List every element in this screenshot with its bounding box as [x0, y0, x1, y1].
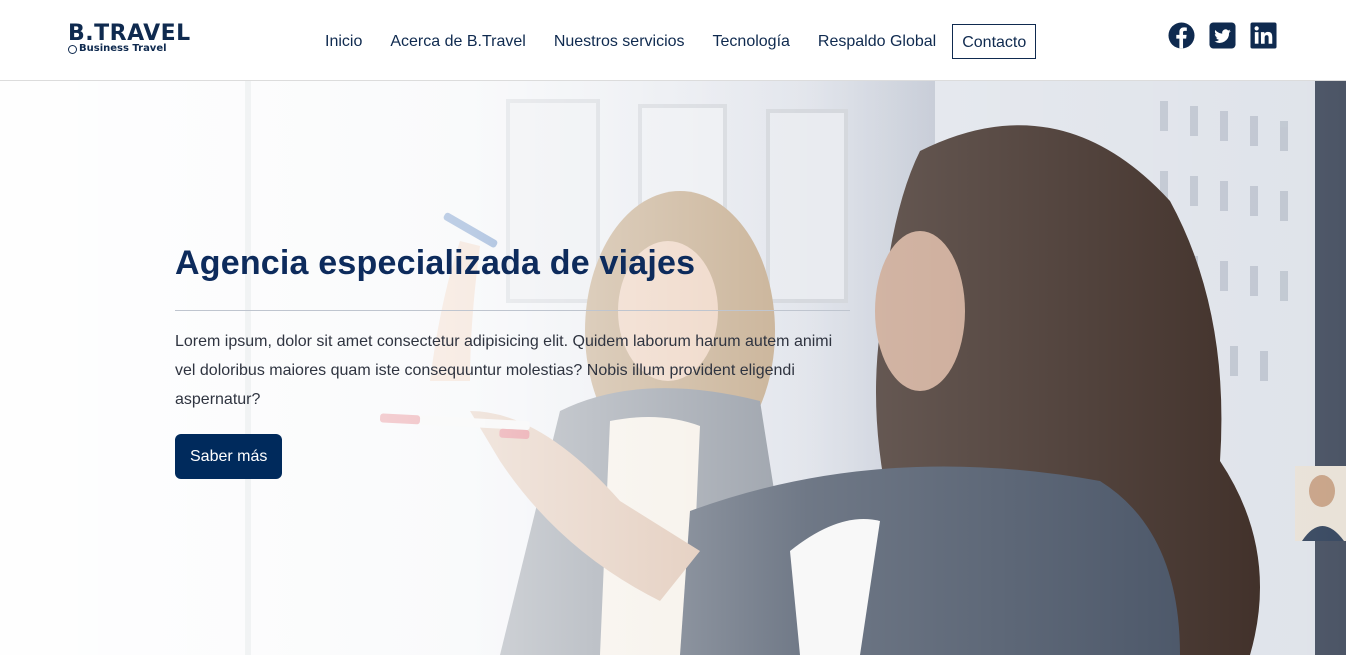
social-links [1168, 22, 1277, 49]
twitter-icon[interactable] [1209, 22, 1236, 49]
main-nav: Inicio Acerca de B.Travel Nuestros servi… [311, 24, 1037, 59]
hero-divider [175, 310, 850, 311]
linkedin-icon[interactable] [1250, 22, 1277, 49]
saber-mas-button[interactable]: Saber más [175, 434, 283, 479]
brand-tagline: Business Travel [79, 43, 167, 54]
site-header: B.TRAVEL Business Travel Inicio Acerca d… [0, 0, 1346, 81]
nav-link-servicios[interactable]: Nuestros servicios [540, 24, 699, 59]
nav-link-contacto[interactable]: Contacto [952, 24, 1037, 59]
nav-link-tecnologia[interactable]: Tecnología [699, 24, 804, 59]
hero-description: Lorem ipsum, dolor sit amet consectetur … [175, 333, 833, 408]
hero-title: Agencia especializada de viajes [175, 244, 696, 282]
nav-link-respaldo-global[interactable]: Respaldo Global [804, 24, 950, 59]
facebook-icon[interactable] [1168, 22, 1195, 49]
brand-logo[interactable]: B.TRAVEL Business Travel [68, 22, 198, 62]
hero-section: Agencia especializada de viajes Lorem ip… [0, 81, 1346, 655]
nav-link-inicio[interactable]: Inicio [311, 24, 376, 59]
nav-link-acerca[interactable]: Acerca de B.Travel [376, 24, 539, 59]
hero-content: Agencia especializada de viajes Lorem ip… [175, 239, 850, 479]
globe-icon [68, 44, 77, 54]
